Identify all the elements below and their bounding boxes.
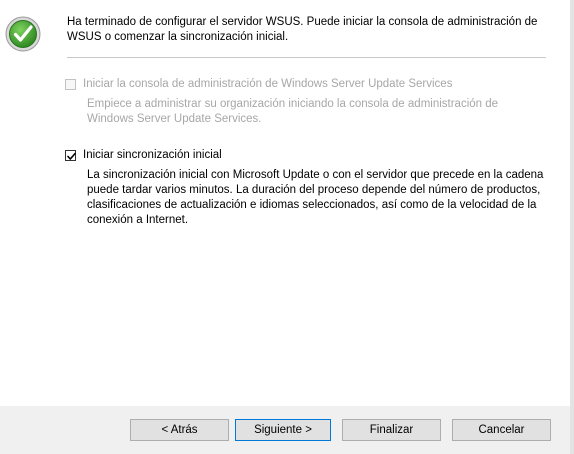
initial-sync-label: Iniciar sincronización inicial — [83, 149, 222, 161]
initial-sync-checkbox[interactable] — [65, 149, 76, 161]
cancel-button[interactable]: Cancelar — [452, 419, 551, 441]
launch-console-option: Iniciar la consola de administración de … — [65, 77, 452, 91]
success-checkmark-icon — [5, 16, 41, 52]
initial-sync-description: La sincronización inicial con Microsoft … — [87, 169, 544, 226]
launch-console-description: Empiece a administrar su organización in… — [87, 98, 499, 125]
checkmark-icon — [67, 152, 76, 160]
completion-message: Ha terminado de configurar el servidor W… — [67, 16, 538, 43]
launch-console-checkbox[interactable] — [65, 78, 76, 90]
back-button[interactable]: < Atrás — [130, 419, 229, 441]
wizard-content-panel: Ha terminado de configurar el servidor W… — [0, 0, 570, 406]
separator-line — [67, 57, 546, 58]
window-right-edge — [570, 0, 574, 454]
next-button[interactable]: Siguiente > — [235, 419, 331, 441]
finish-button[interactable]: Finalizar — [342, 419, 441, 441]
initial-sync-option: Iniciar sincronización inicial — [65, 148, 222, 162]
launch-console-label: Iniciar la consola de administración de … — [83, 78, 453, 90]
